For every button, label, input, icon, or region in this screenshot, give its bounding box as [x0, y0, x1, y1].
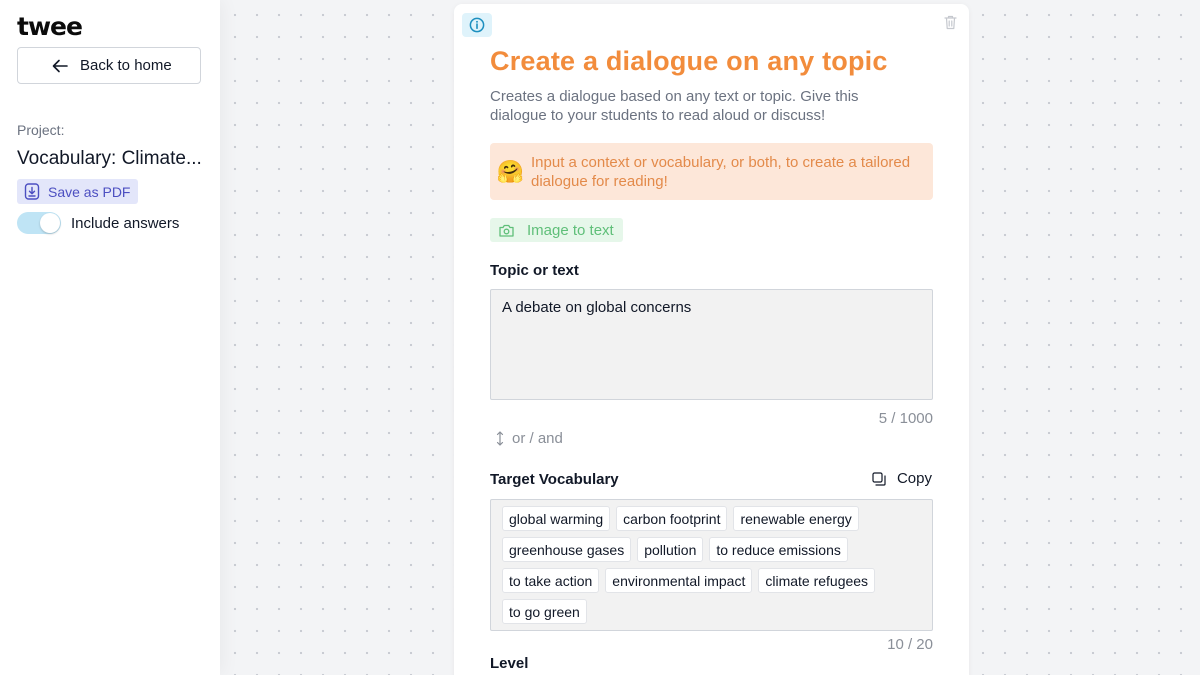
image-to-text-button[interactable]: Image to text [490, 218, 623, 242]
include-answers-label: Include answers [71, 214, 180, 232]
vocab-chip[interactable]: global warming [502, 506, 611, 531]
save-as-pdf-button[interactable]: Save as PDF [17, 179, 139, 204]
delete-button[interactable] [944, 15, 957, 35]
chip-row: greenhouse gases pollution to reduce emi… [502, 537, 921, 562]
page-subtitle: Creates a dialogue based on any text or … [490, 88, 859, 124]
page-title: Create a dialogue on any topic [490, 46, 888, 76]
save-as-pdf-label: Save as PDF [48, 183, 131, 200]
or-and-label: or / and [512, 430, 563, 447]
hint-text: Input a context or vocabulary, or both, … [531, 153, 911, 190]
toggle-knob [40, 213, 60, 233]
vocab-chip[interactable]: to reduce emissions [709, 537, 848, 562]
back-to-home-button[interactable]: Back to home [17, 47, 201, 84]
project-name: Vocabulary: Climate... [17, 148, 202, 169]
hint-banner: 🤗 Input a context or vocabulary, or both… [490, 143, 933, 200]
sidebar: twee Back to home Project: Vocabulary: C… [0, 0, 220, 675]
vocab-chip[interactable]: pollution [637, 537, 704, 562]
arrow-left-icon [52, 59, 68, 72]
dialogue-card: Create a dialogue on any topic Creates a… [454, 4, 969, 675]
chip-row: to go green [502, 599, 921, 624]
topic-char-counter: 5 / 1000 [878, 410, 933, 427]
vocab-chip[interactable]: to take action [502, 568, 600, 593]
vocab-chip[interactable]: to go green [502, 599, 587, 624]
vocab-label: Target Vocabulary [490, 471, 619, 488]
image-to-text-label: Image to text [527, 221, 614, 239]
info-icon [469, 17, 485, 33]
file-download-icon [24, 183, 40, 200]
chip-row: global warming carbon footprint renewabl… [502, 506, 921, 531]
camera-icon [499, 224, 514, 237]
vocab-chip[interactable]: carbon footprint [616, 506, 728, 531]
info-button[interactable] [462, 13, 492, 37]
trash-icon [944, 15, 957, 30]
include-answers-toggle[interactable] [17, 212, 61, 234]
copy-label: Copy [896, 470, 932, 487]
vocab-counter: 10 / 20 [887, 636, 933, 653]
include-answers-row: Include answers [17, 212, 179, 234]
topic-label: Topic or text [490, 262, 579, 279]
or-and-divider: or / and [496, 430, 563, 447]
hugging-face-icon: 🤗 [496, 158, 525, 184]
twee-logo[interactable]: twee [17, 12, 83, 41]
updown-arrow-icon [496, 431, 504, 446]
project-label: Project: [17, 122, 65, 138]
vocab-chip[interactable]: renewable energy [733, 506, 859, 531]
topic-textarea[interactable]: A debate on global concerns [490, 289, 933, 400]
level-label: Level [490, 655, 529, 672]
vocab-chip[interactable]: environmental impact [605, 568, 753, 593]
vocab-chip[interactable]: greenhouse gases [502, 537, 632, 562]
vocab-chip-box[interactable]: global warming carbon footprint renewabl… [490, 499, 933, 631]
back-to-home-label: Back to home [80, 57, 172, 74]
copy-icon [872, 471, 886, 486]
copy-button[interactable]: Copy [872, 470, 932, 487]
vocab-chip[interactable]: climate refugees [758, 568, 876, 593]
topic-value: A debate on global concerns [502, 299, 692, 316]
chip-row: to take action environmental impact clim… [502, 568, 921, 593]
